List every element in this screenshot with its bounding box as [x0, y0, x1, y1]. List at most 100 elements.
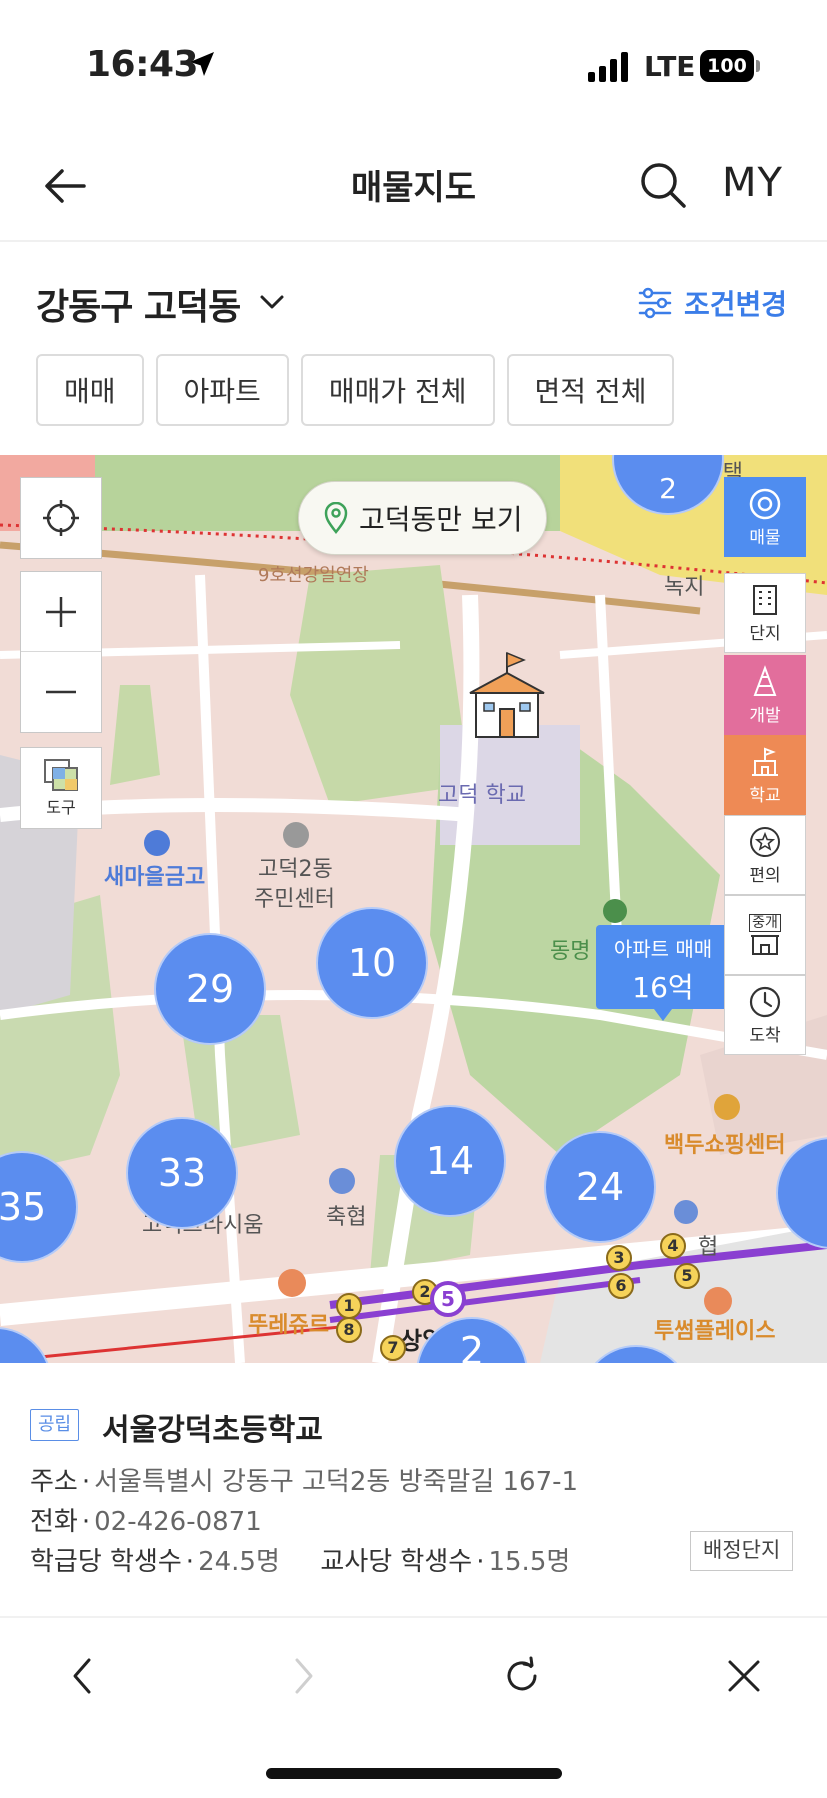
map-cluster[interactable]: 14 [394, 1105, 506, 1217]
zoom-control [20, 571, 102, 733]
map-label-nonghyup: 축협 [326, 1205, 367, 1230]
status-bar: 16:43 LTE 100 [0, 0, 827, 130]
map-label-dongmyeong: 동명 [550, 939, 591, 964]
network-label: LTE [644, 50, 696, 83]
price-tag-marker[interactable]: 아파트 매매 16억 [596, 925, 730, 1021]
broker-label: 중개 [749, 914, 781, 932]
chip-property-type[interactable]: 아파트 [155, 354, 289, 426]
battery-icon: 100 [700, 50, 760, 82]
side-tool-label: 개발 [749, 705, 781, 726]
layers-icon [44, 759, 78, 791]
battery-tip [756, 60, 760, 72]
property-map[interactable]: 9호선강일연장 녹지 공동주택 새마을금고 고덕2동 주민센터 고덕 학교 동명… [0, 455, 827, 1363]
chevron-right-icon [295, 1658, 313, 1694]
chip-area[interactable]: 면적 전체 [506, 354, 675, 426]
signal-icon [588, 52, 628, 82]
zoom-out-button[interactable] [21, 652, 101, 732]
side-tool-label: 편의 [749, 865, 781, 886]
address-label: 주소 [30, 1467, 78, 1497]
zoom-in-button[interactable] [21, 572, 101, 652]
subway-exit-marker: 4 [660, 1233, 686, 1259]
reload-button[interactable] [492, 1646, 552, 1706]
chip-trade-type[interactable]: 매매 [36, 354, 144, 426]
side-tool-complex[interactable]: 단지 [724, 573, 806, 653]
side-tool-label: 단지 [749, 623, 781, 644]
browser-toolbar [0, 1618, 827, 1738]
my-button[interactable]: MY [722, 160, 783, 206]
status-time: 16:43 [86, 44, 199, 85]
per-teacher-label: 교사당 학생수 [320, 1547, 473, 1577]
clock-icon [749, 986, 781, 1017]
storefront-icon [751, 935, 779, 955]
only-this-dong-label: 고덕동만 보기 [359, 503, 523, 536]
cone-icon [753, 664, 777, 696]
map-label-ttreju: 뚜레쥬르 [248, 1313, 329, 1338]
only-this-dong-button[interactable]: 고덕동만 보기 [298, 481, 548, 555]
page-title: 매물지도 [350, 168, 477, 208]
filter-change-button[interactable]: 조건변경 [636, 278, 787, 328]
price-tag-label: 아파트 매매 [613, 937, 713, 961]
crosshair-icon [43, 500, 79, 536]
map-label-community-1: 고덕2동 [258, 857, 333, 882]
home-indicator [266, 1768, 562, 1779]
map-label-community-2: 주민센터 [254, 887, 335, 912]
building-icon [753, 584, 777, 615]
reload-icon [507, 1656, 537, 1691]
map-label-line9: 9호선강일연장 [258, 565, 369, 586]
battery-level: 100 [700, 50, 754, 82]
subway-exit-marker: 5 [674, 1263, 700, 1289]
side-tool-school[interactable]: 학교 [724, 735, 806, 815]
school-name: 서울강덕초등학교 [102, 1413, 323, 1448]
school-address-row: 주소 · 서울특별시 강동구 고덕2동 방죽말길 167-1 [30, 1467, 579, 1497]
school-type-badge: 공립 [30, 1409, 80, 1441]
map-label-shopping: 백두쇼핑센터 [664, 1133, 786, 1158]
browser-back-button[interactable] [52, 1646, 112, 1706]
close-button[interactable] [714, 1646, 774, 1706]
chevron-left-icon [73, 1658, 91, 1694]
school-phone-row: 전화 · 02-426-0871 [30, 1507, 262, 1537]
per-class-label: 학급당 학생수 [30, 1547, 182, 1577]
map-label-twosome: 투썸플레이스 [654, 1319, 776, 1344]
search-icon[interactable] [636, 158, 690, 212]
school-icon [752, 747, 778, 776]
close-icon [728, 1660, 760, 1692]
filter-change-label: 조건변경 [684, 288, 788, 321]
location-selector[interactable]: 강동구 고덕동 [36, 278, 241, 330]
subway-line-marker: 5 [430, 1281, 466, 1317]
filter-chips: 매매 아파트 매매가 전체 면적 전체 [36, 354, 675, 426]
location-arrow-icon [190, 52, 214, 76]
subway-exit-marker: 6 [608, 1273, 634, 1299]
map-tool-button[interactable]: 도구 [20, 747, 102, 829]
side-tool-commute[interactable]: 도착 [724, 975, 806, 1055]
phone-value[interactable]: 02-426-0871 [94, 1507, 262, 1537]
subway-exit-marker: 7 [380, 1335, 406, 1361]
per-class-value: 24.5명 [198, 1547, 280, 1577]
subway-exit-marker: 8 [336, 1317, 362, 1343]
map-cluster[interactable]: 33 [126, 1117, 238, 1229]
my-location-button[interactable] [20, 477, 102, 559]
plus-icon [46, 596, 76, 627]
map-label-greenbelt: 녹지 [664, 575, 705, 600]
phone-label: 전화 [30, 1507, 78, 1537]
minus-icon [46, 690, 76, 694]
school-stats-row: 학급당 학생수 · 24.5명 교사당 학생수 · 15.5명 [30, 1547, 571, 1577]
side-tool-convenience[interactable]: 편의 [724, 815, 806, 895]
assigned-complex-button[interactable]: 배정단지 [690, 1531, 794, 1571]
subway-exit-marker: 1 [336, 1293, 362, 1319]
school-info-panel: 공립 서울강덕초등학교 주소 · 서울특별시 강동구 고덕2동 방죽말길 167-1… [0, 1363, 827, 1618]
side-tool-listings[interactable]: 매물 [724, 477, 806, 557]
chip-price[interactable]: 매매가 전체 [300, 354, 495, 426]
sliders-icon [638, 287, 672, 319]
per-teacher-value: 15.5명 [488, 1547, 571, 1577]
side-tool-development[interactable]: 개발 [724, 655, 806, 735]
target-icon [749, 488, 781, 519]
browser-forward-button[interactable] [274, 1646, 334, 1706]
app-header: 매물지도 MY [0, 130, 827, 242]
map-cluster[interactable]: 24 [544, 1131, 656, 1243]
address-value: 서울특별시 강동구 고덕2동 방죽말길 167-1 [94, 1467, 579, 1497]
map-cluster[interactable]: 10 [316, 907, 428, 1019]
side-tool-label: 도착 [749, 1025, 781, 1046]
side-tool-broker[interactable]: 중개 [724, 895, 806, 975]
chevron-down-icon[interactable] [256, 286, 288, 318]
map-cluster[interactable]: 29 [154, 933, 266, 1045]
